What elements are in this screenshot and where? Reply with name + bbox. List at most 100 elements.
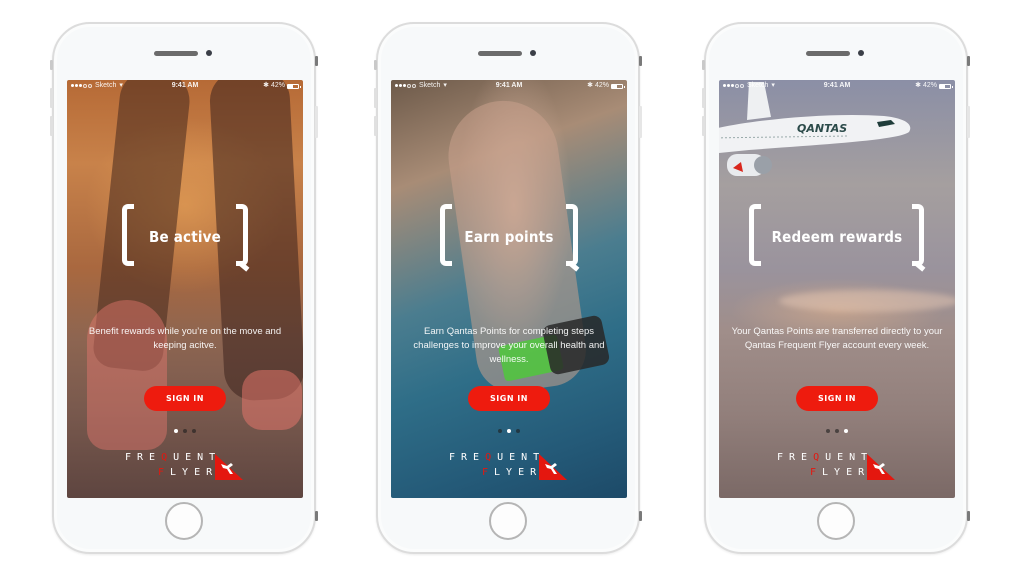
headline-block: Be active (67, 204, 303, 274)
description-text: Earn Qantas Points for completing steps … (413, 326, 605, 365)
side-detail (315, 511, 318, 521)
bluetooth-icon: ✱ (263, 82, 269, 89)
onboarding-screen-earn-points: Sketch ▾ 9:41 AM ✱ 42% Earn points Earn … (391, 80, 627, 498)
earpiece-speaker (806, 51, 850, 56)
background-photo-cloud (779, 290, 955, 312)
page-dot-1[interactable] (826, 429, 830, 433)
logo-text: UENT (173, 452, 222, 463)
home-button[interactable] (165, 502, 203, 540)
logo-text-red: F (482, 467, 495, 478)
volume-down-button (374, 116, 377, 136)
side-detail (639, 511, 642, 521)
side-detail (315, 56, 318, 66)
page-dot-3[interactable] (844, 429, 848, 433)
logo-text-red: Q (485, 452, 498, 463)
logo-text-red: Q (161, 452, 174, 463)
airline-name: QANTAS (797, 122, 847, 135)
description-text: Benefit rewards while you’re on the move… (88, 326, 282, 351)
sign-in-button[interactable]: SIGN IN (144, 386, 226, 411)
battery-icon (939, 83, 953, 89)
page-dot-3[interactable] (516, 429, 520, 433)
logo-text-red: F (158, 467, 171, 478)
logo-text: LYER (170, 467, 219, 478)
qantas-airplane-image: QANTAS (719, 82, 911, 176)
frequent-flyer-logo: FREQUENT FLYER (777, 452, 897, 484)
status-bar: Sketch ▾ 9:41 AM ✱ 42% (67, 80, 303, 92)
page-dot-2[interactable] (183, 429, 187, 433)
qantas-kangaroo-icon (867, 454, 895, 480)
logo-text: FRE (777, 452, 814, 463)
page-dot-1[interactable] (498, 429, 502, 433)
bluetooth-icon: ✱ (587, 82, 593, 89)
qantas-kangaroo-icon (539, 454, 567, 480)
page-dot-3[interactable] (192, 429, 196, 433)
battery-icon (287, 83, 301, 89)
status-bar: Sketch ▾ 9:41 AM ✱ 42% (391, 80, 627, 92)
bracket-right-icon (236, 204, 248, 266)
logo-line-flyer: FLYER (810, 467, 870, 478)
headline-block: Earn points (391, 204, 627, 274)
logo-line-flyer: FLYER (158, 467, 218, 478)
background-photo-shoe (242, 370, 302, 430)
page-dot-2[interactable] (507, 429, 511, 433)
logo-text: UENT (825, 452, 874, 463)
battery-percent: 42% (270, 82, 285, 89)
logo-text: LYER (822, 467, 871, 478)
power-button (967, 106, 970, 138)
page-indicator[interactable] (391, 429, 627, 433)
logo-text-red: Q (813, 452, 826, 463)
volume-up-button (702, 88, 705, 108)
mute-switch (50, 60, 53, 70)
bracket-right-icon (566, 204, 578, 266)
onboarding-screen-redeem-rewards: QANTAS Sketch ▾ 9:41 AM ✱ 42% Redeem rew… (719, 80, 955, 498)
side-detail (967, 511, 970, 521)
volume-down-button (50, 116, 53, 136)
side-detail (967, 56, 970, 66)
battery-percent: 42% (594, 82, 609, 89)
earpiece-speaker (154, 51, 198, 56)
front-camera (206, 50, 212, 56)
sign-in-button[interactable]: SIGN IN (468, 386, 550, 411)
home-button[interactable] (817, 502, 855, 540)
power-button (639, 106, 642, 138)
logo-line-flyer: FLYER (482, 467, 542, 478)
headline: Earn points (464, 228, 554, 246)
mute-switch (702, 60, 705, 70)
headline-block: Redeem rewards (719, 204, 955, 274)
front-camera (858, 50, 864, 56)
bluetooth-icon: ✱ (915, 82, 921, 89)
power-button (315, 106, 318, 138)
mute-switch (374, 60, 377, 70)
sign-in-button[interactable]: SIGN IN (796, 386, 878, 411)
logo-text: LYER (494, 467, 543, 478)
front-camera (530, 50, 536, 56)
volume-down-button (702, 116, 705, 136)
onboarding-screen-be-active: Sketch ▾ 9:41 AM ✱ 42% Be active Benefit… (67, 80, 303, 498)
page-indicator[interactable] (67, 429, 303, 433)
logo-text: FRE (449, 452, 486, 463)
volume-up-button (374, 88, 377, 108)
page-dot-2[interactable] (835, 429, 839, 433)
headline: Be active (148, 228, 222, 246)
status-bar: Sketch ▾ 9:41 AM ✱ 42% (719, 80, 955, 92)
phone-mockup-2: Sketch ▾ 9:41 AM ✱ 42% Earn points Earn … (374, 22, 642, 554)
frequent-flyer-logo: FREQUENT FLYER (125, 452, 245, 484)
earpiece-speaker (478, 51, 522, 56)
logo-line-frequent: FREQUENT (125, 452, 221, 463)
frequent-flyer-logo: FREQUENT FLYER (449, 452, 569, 484)
page-indicator[interactable] (719, 429, 955, 433)
battery-icon (611, 83, 625, 89)
logo-text-red: F (810, 467, 823, 478)
side-detail (639, 56, 642, 66)
bracket-right-icon (912, 204, 924, 266)
phone-mockup-1: Sketch ▾ 9:41 AM ✱ 42% Be active Benefit… (50, 22, 318, 554)
background-photo-shoe (87, 300, 167, 450)
logo-text: UENT (497, 452, 546, 463)
qantas-kangaroo-icon (215, 454, 243, 480)
logo-line-frequent: FREQUENT (777, 452, 873, 463)
page-dot-1[interactable] (174, 429, 178, 433)
home-button[interactable] (489, 502, 527, 540)
description-text: Your Qantas Points are transferred direc… (731, 326, 943, 351)
battery-percent: 42% (922, 82, 937, 89)
phone-mockup-3: QANTAS Sketch ▾ 9:41 AM ✱ 42% Redeem rew… (702, 22, 970, 554)
